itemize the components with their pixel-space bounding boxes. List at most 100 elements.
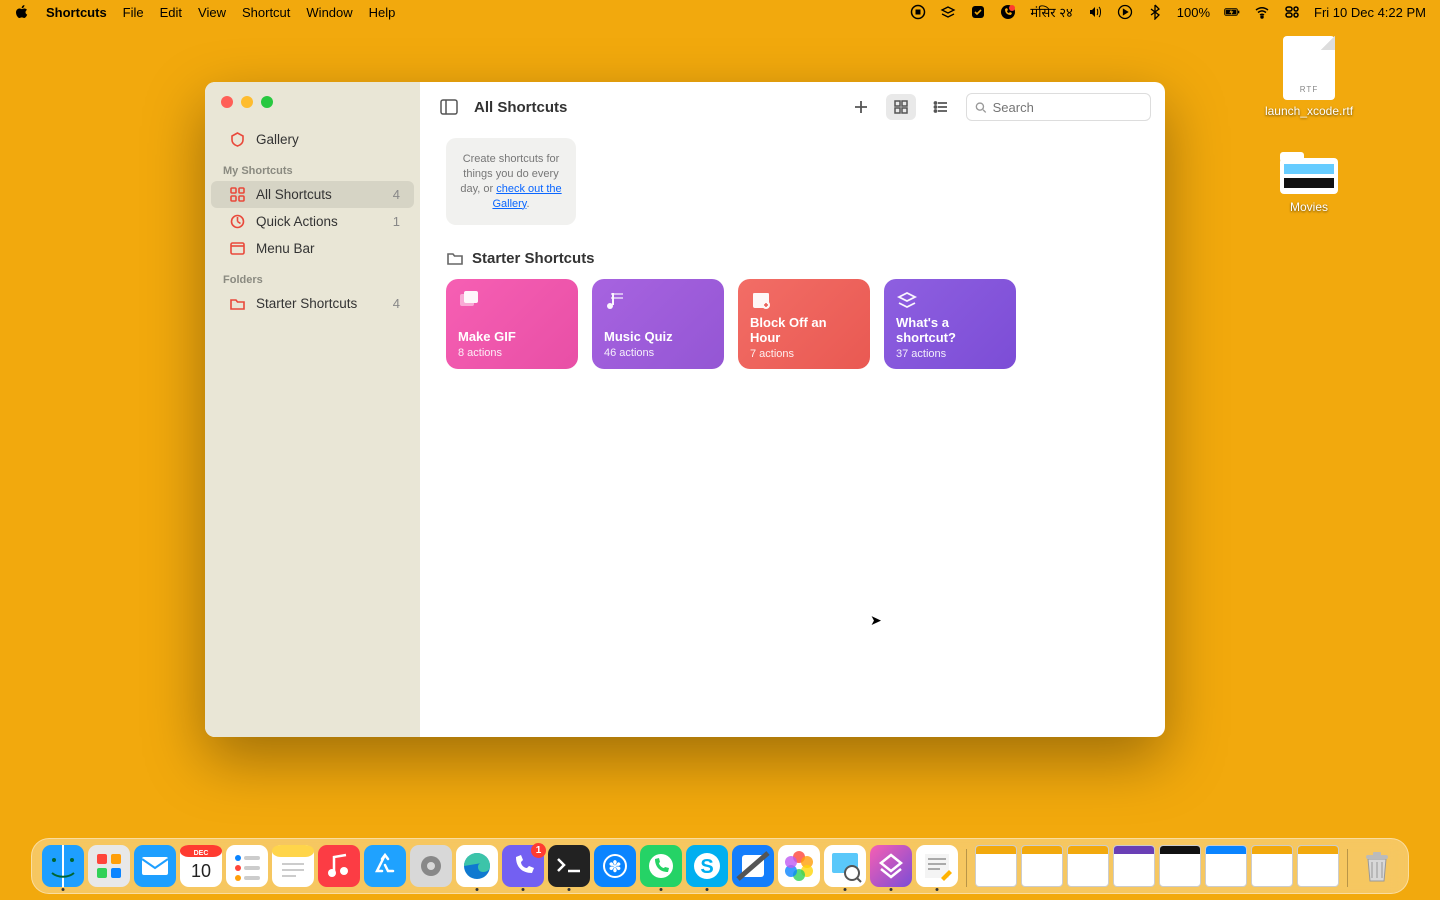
- card-title: Make GIF: [458, 330, 566, 345]
- rtf-file-icon: [1283, 36, 1335, 100]
- shield-icon[interactable]: [970, 4, 986, 20]
- svg-text:S: S: [700, 856, 713, 878]
- sidebar-menu-bar[interactable]: Menu Bar: [211, 235, 414, 262]
- minimize-button[interactable]: [241, 96, 253, 108]
- desktop-file-rtf[interactable]: launch_xcode.rtf: [1264, 36, 1354, 118]
- hint-text-post: .: [526, 198, 529, 210]
- dock-app-textedit[interactable]: [916, 845, 958, 887]
- menubar-clock[interactable]: Fri 10 Dec 4:22 PM: [1314, 5, 1426, 20]
- menu-bar: Shortcuts File Edit View Shortcut Window…: [0, 0, 1440, 24]
- viber-menubar-icon[interactable]: [1000, 4, 1016, 20]
- menu-shortcut[interactable]: Shortcut: [242, 5, 290, 20]
- search-field[interactable]: [966, 93, 1151, 121]
- zoom-button[interactable]: [261, 96, 273, 108]
- dock-minimized-window[interactable]: [1067, 845, 1109, 887]
- dock-app-reminders[interactable]: [226, 845, 268, 887]
- list-view-button[interactable]: [926, 94, 956, 120]
- dock-minimized-window[interactable]: [1251, 845, 1293, 887]
- sidebar-item-count: 4: [393, 296, 400, 311]
- dock-app-shortcuts[interactable]: [870, 845, 912, 887]
- music-icon: [604, 289, 712, 316]
- svg-text:10: 10: [191, 861, 211, 881]
- dock-app-mail[interactable]: [134, 845, 176, 887]
- battery-text[interactable]: 100%: [1177, 5, 1210, 20]
- window-title: All Shortcuts: [474, 99, 567, 116]
- sidebar-item-label: Quick Actions: [256, 214, 338, 229]
- card-title: Block Off an Hour: [750, 316, 858, 346]
- search-input[interactable]: [993, 100, 1142, 115]
- dock-app-notes[interactable]: [272, 845, 314, 887]
- menu-file[interactable]: File: [123, 5, 144, 20]
- sidebar-item-count: 1: [393, 214, 400, 229]
- card-subtitle: 7 actions: [750, 348, 858, 360]
- menubar-calendar[interactable]: मंसिर २४: [1030, 3, 1072, 21]
- dock-minimized-window[interactable]: [1021, 845, 1063, 887]
- sidebar-quick-actions[interactable]: Quick Actions 1: [211, 208, 414, 235]
- dock-minimized-window[interactable]: [975, 845, 1017, 887]
- sidebar-header-myshortcuts: My Shortcuts: [205, 153, 420, 181]
- menu-window[interactable]: Window: [306, 5, 352, 20]
- dock-trash[interactable]: [1356, 845, 1398, 887]
- close-button[interactable]: [221, 96, 233, 108]
- dock-app-terminal[interactable]: [548, 845, 590, 887]
- stack-icon: [896, 289, 1004, 316]
- wifi-icon[interactable]: [1254, 4, 1270, 20]
- dock-app-appstore[interactable]: [364, 845, 406, 887]
- sidebar-folder-starter[interactable]: Starter Shortcuts 4: [211, 290, 414, 317]
- dock: DEC10 1 ✽ S: [31, 838, 1409, 894]
- dock-app-skype[interactable]: S: [686, 845, 728, 887]
- folder-icon: [446, 249, 464, 267]
- record-icon[interactable]: [910, 4, 926, 20]
- dock-app-calendar[interactable]: DEC10: [180, 845, 222, 887]
- shortcut-card[interactable]: Block Off an Hour 7 actions: [738, 279, 870, 369]
- toolbar: All Shortcuts: [420, 82, 1165, 132]
- app-name[interactable]: Shortcuts: [46, 5, 107, 20]
- dock-app-edge[interactable]: [456, 845, 498, 887]
- dock-minimized-window[interactable]: [1205, 845, 1247, 887]
- sidebar-item-label: Menu Bar: [256, 241, 315, 256]
- dock-app-whatsapp[interactable]: [640, 845, 682, 887]
- sidebar: Gallery My Shortcuts All Shortcuts 4 Qui…: [205, 82, 420, 737]
- dock-app-photos[interactable]: [778, 845, 820, 887]
- stack-tray-icon[interactable]: [940, 4, 956, 20]
- sidebar-item-label: Starter Shortcuts: [256, 296, 357, 311]
- dock-minimized-window[interactable]: [1297, 845, 1339, 887]
- dock-app-xcode[interactable]: [732, 845, 774, 887]
- apple-menu-icon[interactable]: [14, 4, 30, 20]
- dock-app-sfsym[interactable]: ✽: [594, 845, 636, 887]
- desktop-folder-movies[interactable]: Movies: [1264, 148, 1354, 214]
- sidebar-all-shortcuts[interactable]: All Shortcuts 4: [211, 181, 414, 208]
- dock-app-preview[interactable]: [824, 845, 866, 887]
- sidebar-item-label: All Shortcuts: [256, 187, 332, 202]
- battery-icon[interactable]: [1224, 4, 1240, 20]
- bluetooth-icon[interactable]: [1147, 4, 1163, 20]
- shortcut-card[interactable]: What's a shortcut?37 actions: [884, 279, 1016, 369]
- volume-icon[interactable]: [1087, 4, 1103, 20]
- shortcut-card[interactable]: Music Quiz 46 actions: [592, 279, 724, 369]
- menu-help[interactable]: Help: [369, 5, 396, 20]
- menu-view[interactable]: View: [198, 5, 226, 20]
- window-controls: [205, 96, 420, 108]
- dock-minimized-window[interactable]: [1159, 845, 1201, 887]
- card-title: Music Quiz: [604, 330, 712, 345]
- svg-text:✽: ✽: [608, 859, 621, 876]
- new-shortcut-button[interactable]: [846, 94, 876, 120]
- sidebar-gallery[interactable]: Gallery: [211, 126, 414, 153]
- grid-view-button[interactable]: [886, 94, 916, 120]
- toggle-sidebar-button[interactable]: [434, 94, 464, 120]
- dock-app-launchpad[interactable]: [88, 845, 130, 887]
- card-title: What's a shortcut?: [896, 316, 1004, 346]
- now-playing-icon[interactable]: [1117, 4, 1133, 20]
- dock-app-finder[interactable]: [42, 845, 84, 887]
- control-center-icon[interactable]: [1284, 4, 1300, 20]
- menu-edit[interactable]: Edit: [160, 5, 182, 20]
- shortcut-grid: Make GIF8 actions Music Quiz 46 actions Blo…: [446, 279, 1139, 369]
- dock-app-viber[interactable]: 1: [502, 845, 544, 887]
- dock-minimized-window[interactable]: [1113, 845, 1155, 887]
- card-subtitle: 46 actions: [604, 347, 712, 359]
- dock-app-music[interactable]: [318, 845, 360, 887]
- photos-icon: [458, 289, 566, 316]
- shortcut-card[interactable]: Make GIF8 actions: [446, 279, 578, 369]
- badge: 1: [531, 843, 546, 858]
- dock-app-settings[interactable]: [410, 845, 452, 887]
